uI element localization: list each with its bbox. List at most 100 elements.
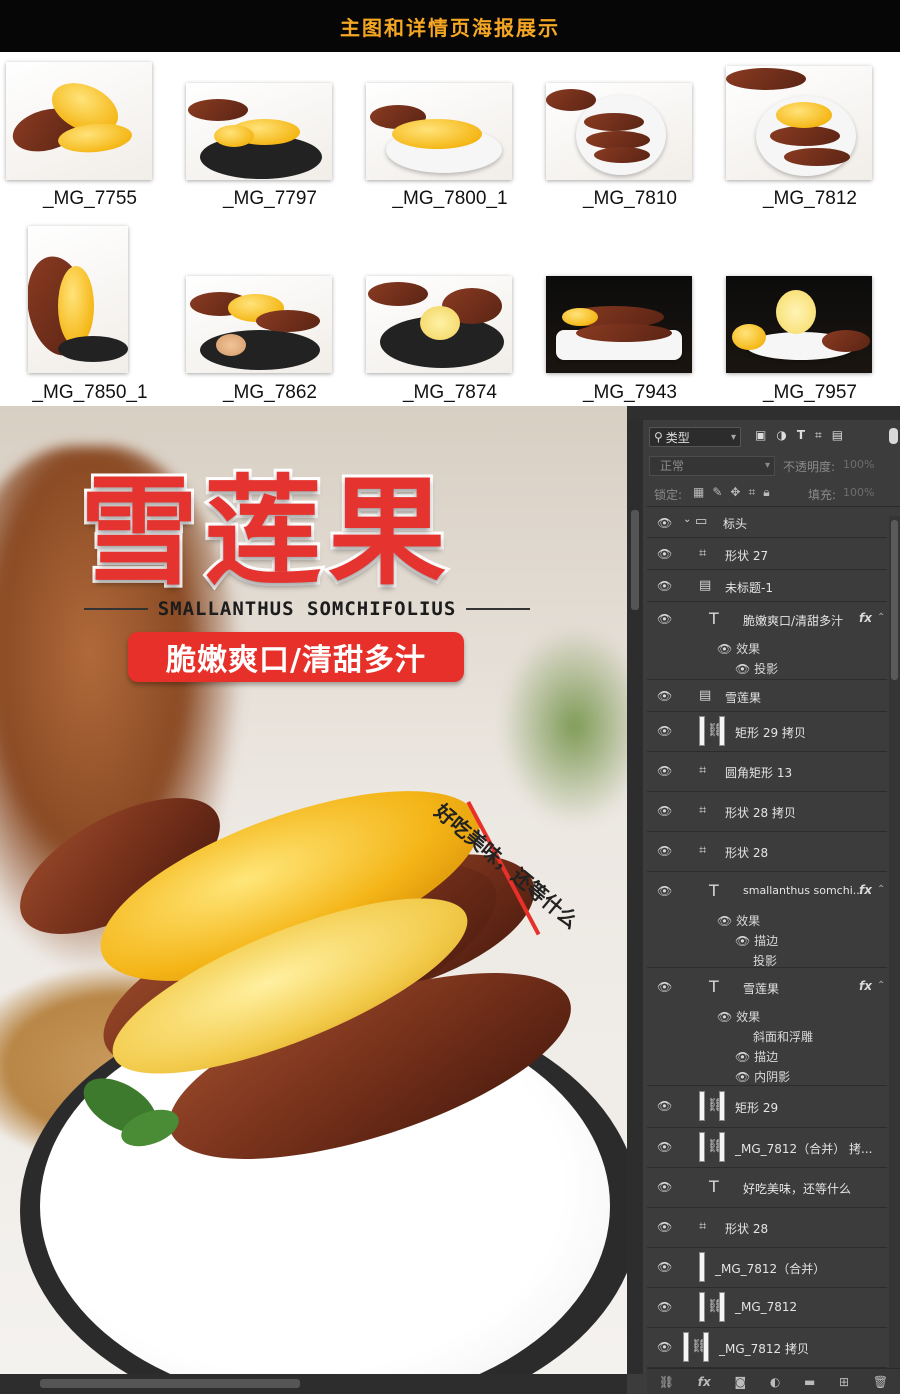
- thumbnail-item[interactable]: _MG_7810: [540, 52, 720, 229]
- thumbnail-image[interactable]: [726, 276, 872, 373]
- eye-icon[interactable]: 👁︎: [735, 1070, 750, 1084]
- eye-icon[interactable]: 👁︎: [735, 1050, 750, 1064]
- text-layer-icon: T: [709, 1177, 719, 1196]
- eye-icon[interactable]: 👁︎: [657, 547, 672, 561]
- lock-artboard-icon[interactable]: ⌗: [748, 485, 755, 500]
- layer-row[interactable]: 👁︎ T 雪莲果 fx ⌃ 👁︎ 效果 斜面和浮雕 👁︎ 描边 👁︎ 内阴影: [647, 968, 887, 1086]
- eye-icon[interactable]: 👁︎: [657, 804, 672, 818]
- fx-icon[interactable]: fx: [859, 979, 872, 993]
- adjustment-filter-icon[interactable]: ◑: [776, 428, 786, 443]
- canvas-horizontal-scrollbar[interactable]: [0, 1374, 627, 1394]
- layer-row[interactable]: 👁︎ ⛓︎ _MG_7812 拷贝: [647, 1328, 887, 1368]
- chevron-up-icon[interactable]: ⌃: [877, 612, 885, 623]
- eye-icon[interactable]: 👁︎: [657, 1340, 672, 1354]
- eye-icon[interactable]: 👁︎: [657, 1300, 672, 1314]
- layer-row[interactable]: 👁︎ ⌗ 圆角矩形 13: [647, 752, 887, 792]
- eye-icon[interactable]: 👁︎: [657, 579, 672, 593]
- canvas-vertical-scrollbar[interactable]: [627, 420, 643, 1374]
- thumbnail-image[interactable]: [366, 83, 512, 180]
- fx-icon[interactable]: fx: [698, 1375, 711, 1389]
- eye-icon[interactable]: 👁︎: [657, 689, 672, 703]
- eye-icon[interactable]: 👁︎: [657, 1220, 672, 1234]
- fx-icon[interactable]: fx: [859, 611, 872, 625]
- layer-row[interactable]: 👁︎ ⌗ 形状 27: [647, 538, 887, 570]
- eye-icon[interactable]: 👁︎: [657, 884, 672, 898]
- thumbnail-item[interactable]: _MG_7862: [180, 226, 360, 403]
- thumbnail-item[interactable]: _MG_7943: [540, 226, 720, 403]
- layer-row[interactable]: 👁︎ ⌗ 形状 28 拷贝: [647, 792, 887, 832]
- chevron-down-icon[interactable]: ⌄: [683, 514, 691, 525]
- layer-row[interactable]: 👁︎ ⌗ 形状 28: [647, 1208, 887, 1248]
- eye-icon[interactable]: 👁︎: [657, 844, 672, 858]
- new-layer-icon[interactable]: ⊞: [839, 1375, 849, 1389]
- scrollbar-thumb[interactable]: [891, 520, 898, 680]
- eye-icon[interactable]: 👁︎: [735, 934, 750, 948]
- layer-row[interactable]: 👁︎ ⌗ 形状 28: [647, 832, 887, 872]
- layer-name: 形状 28: [725, 1222, 769, 1236]
- layer-row[interactable]: 👁︎ ▤ 雪莲果: [647, 680, 887, 712]
- eye-icon[interactable]: 👁︎: [717, 914, 732, 928]
- eye-icon[interactable]: 👁︎: [657, 1099, 672, 1113]
- lock-pixels-icon[interactable]: ▦: [693, 485, 704, 500]
- layer-row[interactable]: 👁︎ ⛓︎ 矩形 29 拷贝: [647, 712, 887, 752]
- eye-icon[interactable]: 👁︎: [717, 642, 732, 656]
- thumbnail-image[interactable]: [186, 83, 332, 180]
- eye-icon[interactable]: 👁︎: [657, 1140, 672, 1154]
- image-filter-icon[interactable]: ▣: [755, 428, 766, 443]
- layer-row[interactable]: 👁︎ T smallanthus somchi... fx ⌃ 👁︎ 效果 👁︎…: [647, 872, 887, 968]
- blend-mode-select[interactable]: 正常 ▾: [649, 456, 775, 476]
- thumbnail-item[interactable]: _MG_7850_1: [0, 226, 180, 403]
- thumbnail-item[interactable]: _MG_7797: [180, 52, 360, 229]
- fx-icon[interactable]: fx: [859, 883, 872, 897]
- thumbnail-image[interactable]: [726, 66, 872, 180]
- thumbnail-item[interactable]: _MG_7812: [720, 52, 900, 229]
- eye-icon[interactable]: 👁︎: [717, 1010, 732, 1024]
- eye-icon[interactable]: 👁︎: [657, 516, 672, 530]
- opacity-input[interactable]: 100%: [843, 458, 874, 471]
- thumbnail-image[interactable]: [546, 276, 692, 373]
- eye-icon[interactable]: 👁︎: [657, 724, 672, 738]
- layer-row[interactable]: 👁︎ ▤ 未标题-1: [647, 570, 887, 602]
- link-layers-icon[interactable]: ⛓︎: [659, 1375, 674, 1389]
- eye-icon[interactable]: 👁︎: [657, 980, 672, 994]
- new-group-icon[interactable]: ▬: [804, 1375, 815, 1389]
- layer-row[interactable]: 👁︎ ⛓︎ 矩形 29: [647, 1086, 887, 1128]
- add-mask-icon[interactable]: ◙: [734, 1375, 746, 1389]
- layer-row[interactable]: 👁︎ ⛓︎ _MG_7812（合并） 拷...: [647, 1128, 887, 1168]
- layers-scrollbar[interactable]: [889, 516, 900, 1374]
- lock-move-icon[interactable]: ✥: [730, 485, 740, 500]
- adjustment-layer-icon[interactable]: ◐: [770, 1375, 780, 1389]
- thumbnail-item[interactable]: _MG_7874: [360, 226, 540, 403]
- text-filter-icon[interactable]: T: [797, 428, 805, 443]
- thumbnail-item[interactable]: _MG_7957: [720, 226, 900, 403]
- layer-filter-select[interactable]: ⚲ 类型 ▾: [649, 427, 741, 447]
- eye-icon[interactable]: 👁︎: [657, 764, 672, 778]
- fill-input[interactable]: 100%: [843, 486, 874, 499]
- eye-icon[interactable]: 👁︎: [657, 1260, 672, 1274]
- smart-filter-icon[interactable]: ▤: [832, 428, 843, 443]
- eye-icon[interactable]: 👁︎: [735, 662, 750, 676]
- thumbnail-item[interactable]: _MG_7800_1: [360, 52, 540, 229]
- layer-row[interactable]: 👁︎ _MG_7812（合并）: [647, 1248, 887, 1288]
- layer-row[interactable]: 👁︎ ⌄ ▭ 标头: [647, 508, 887, 538]
- lock-all-icon[interactable]: 🔒︎: [763, 485, 769, 500]
- lock-paint-icon[interactable]: ✎: [712, 485, 722, 500]
- thumbnail-item[interactable]: _MG_7755: [0, 52, 180, 229]
- thumbnail-image[interactable]: [6, 62, 152, 180]
- thumbnail-image[interactable]: [186, 276, 332, 373]
- eye-icon[interactable]: 👁︎: [657, 1180, 672, 1194]
- scrollbar-thumb[interactable]: [631, 510, 639, 610]
- chevron-up-icon[interactable]: ⌃: [877, 884, 885, 895]
- thumbnail-image[interactable]: [546, 83, 692, 180]
- thumbnail-image[interactable]: [366, 276, 512, 373]
- layer-row[interactable]: 👁︎ T 脆嫩爽口/清甜多汁 fx ⌃ 👁︎ 效果 👁︎ 投影: [647, 602, 887, 680]
- thumbnail-image[interactable]: [28, 226, 128, 373]
- layer-row[interactable]: 👁︎ ⛓︎ _MG_7812: [647, 1288, 887, 1328]
- layer-row[interactable]: 👁︎ T 好吃美味，还等什么: [647, 1168, 887, 1208]
- scrollbar-thumb[interactable]: [40, 1379, 300, 1388]
- eye-icon[interactable]: 👁︎: [657, 612, 672, 626]
- trash-icon[interactable]: 🗑︎: [873, 1375, 888, 1389]
- shape-filter-icon[interactable]: ⌗: [815, 428, 822, 443]
- chevron-up-icon[interactable]: ⌃: [877, 980, 885, 991]
- filter-toggle[interactable]: [889, 428, 898, 444]
